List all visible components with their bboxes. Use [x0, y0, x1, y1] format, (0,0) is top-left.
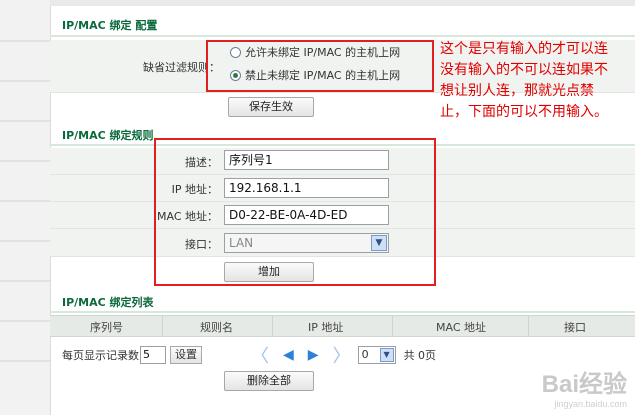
chevron-down-icon[interactable]: ▼: [379, 348, 394, 362]
nav-divider: [0, 360, 50, 362]
nav-divider: [0, 200, 50, 202]
save-button[interactable]: 保存生效: [228, 97, 314, 117]
nav-divider: [0, 40, 50, 42]
highlight-box-config: [206, 40, 434, 92]
delete-all-button[interactable]: 删除全部: [224, 371, 314, 391]
per-page-label: 每页显示记录数: [62, 349, 139, 362]
per-page-input[interactable]: 5: [140, 346, 166, 364]
annotation-line: 止，下面的可以不用输入。: [440, 104, 608, 120]
section-title-rule: IP/MAC 绑定规则: [62, 129, 154, 142]
highlight-box-rule: [154, 138, 436, 286]
next-page-icon[interactable]: ▶: [308, 347, 319, 363]
watermark-text: Bai经验: [541, 371, 627, 398]
annotation-line: 这个是只有输入的才可以连: [440, 41, 608, 57]
section-rule: [50, 35, 635, 37]
col-header-index: 序列号: [90, 321, 123, 334]
nav-divider: [0, 320, 50, 322]
first-page-icon[interactable]: 〈: [251, 342, 269, 368]
section-rule: [50, 311, 635, 313]
col-header-mac: MAC 地址: [436, 321, 486, 334]
pager-row: 每页显示记录数 5 设置 〈 ◀ ▶ 〉 0 ▼ 共 0页: [62, 342, 436, 368]
page-select[interactable]: 0 ▼: [357, 346, 396, 364]
col-header-iface: 接口: [564, 321, 586, 334]
col-separator: [528, 316, 529, 336]
col-separator: [272, 316, 273, 336]
table-header: 序列号 规则名 IP 地址 MAC 地址 接口: [50, 315, 635, 337]
section-title-config: IP/MAC 绑定 配置: [62, 19, 158, 32]
col-header-ip: IP 地址: [308, 321, 344, 334]
nav-divider: [0, 80, 50, 82]
nav-divider: [0, 280, 50, 282]
annotation-line: 没有输入的不可以连如果不: [440, 62, 608, 78]
left-nav: [0, 0, 51, 415]
filter-rule-label: 缺省过滤规则：: [143, 61, 220, 74]
watermark-sub: jingyan.baidu.com: [554, 399, 627, 409]
prev-page-icon[interactable]: ◀: [283, 347, 294, 363]
top-rule: [50, 0, 635, 6]
baidu-watermark: Bai经验 jingyan.baidu.com: [542, 364, 627, 409]
section-title-list: IP/MAC 绑定列表: [62, 296, 154, 309]
set-button[interactable]: 设置: [170, 346, 202, 364]
nav-divider: [0, 160, 50, 162]
last-page-icon[interactable]: 〉: [333, 342, 351, 368]
col-separator: [162, 316, 163, 336]
annotation-line: 想让别人连，那就光点禁: [440, 83, 594, 99]
nav-divider: [0, 240, 50, 242]
col-header-name: 规则名: [200, 321, 233, 334]
page-select-value: 0: [361, 348, 369, 361]
nav-divider: [0, 120, 50, 122]
annotation-text: 这个是只有输入的才可以连 没有输入的不可以连如果不 想让别人连，那就光点禁 止，…: [440, 39, 608, 123]
main-panel: IP/MAC 绑定 配置 缺省过滤规则： 允许未绑定 IP/MAC 的主机上网 …: [50, 0, 635, 415]
total-pages: 共 0页: [403, 349, 437, 362]
col-separator: [392, 316, 393, 336]
